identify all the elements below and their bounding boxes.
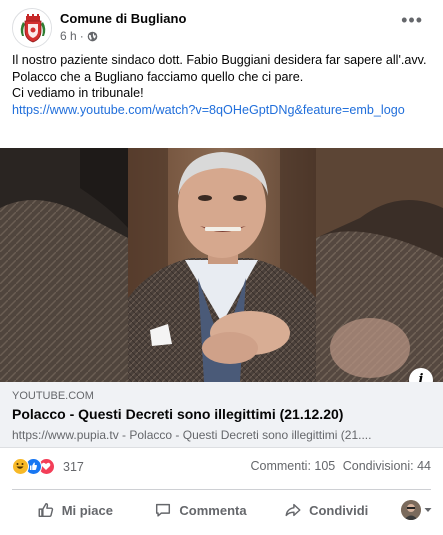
link-preview[interactable]: YOUTUBE.COM Polacco - Questi Decreti son… bbox=[0, 382, 443, 448]
like-label: Mi piace bbox=[61, 502, 113, 518]
post-header: Comune di Bugliano 6 h · ••• bbox=[12, 8, 433, 48]
post-text: Il nostro paziente sindaco dott. Fabio B… bbox=[12, 52, 432, 118]
page-name[interactable]: Comune di Bugliano bbox=[60, 11, 186, 26]
share-as-selector[interactable] bbox=[389, 500, 433, 520]
reaction-count: 317 bbox=[63, 459, 84, 474]
thumbs-up-icon bbox=[38, 502, 53, 518]
preview-title[interactable]: Polacco - Questi Decreti sono illegittim… bbox=[12, 406, 343, 422]
haha-icon bbox=[12, 458, 29, 475]
comment-button[interactable]: Commenta bbox=[138, 493, 264, 527]
share-arrow-icon bbox=[285, 503, 301, 517]
post-actions: Mi piace Commenta Condividi bbox=[12, 493, 433, 527]
more-dots-icon[interactable]: ••• bbox=[401, 11, 423, 29]
comment-icon bbox=[156, 503, 171, 517]
share-label: Condividi bbox=[309, 502, 369, 518]
facebook-post: Comune di Bugliano 6 h · ••• Il nostro p… bbox=[0, 0, 443, 535]
comments-count[interactable]: Commenti: 105 bbox=[251, 459, 336, 473]
comment-label: Commenta bbox=[179, 502, 247, 518]
share-button[interactable]: Condividi bbox=[263, 493, 389, 527]
chevron-down-icon bbox=[424, 508, 432, 512]
engagement-counts: Commenti: 105 Condivisioni: 44 bbox=[247, 459, 432, 473]
shares-count[interactable]: Condivisioni: 44 bbox=[343, 459, 431, 473]
video-thumbnail[interactable]: i bbox=[0, 148, 443, 382]
post-time[interactable]: 6 h bbox=[60, 29, 77, 43]
post-stats: 317 Commenti: 105 Condivisioni: 44 bbox=[12, 458, 431, 478]
reactions-summary[interactable]: 317 bbox=[12, 458, 84, 475]
post-text-line: Ci vediamo in tribunale! bbox=[12, 86, 144, 100]
post-meta: 6 h · bbox=[60, 29, 98, 43]
globe-icon bbox=[87, 31, 97, 41]
post-link[interactable]: https://www.youtube.com/watch?v=8qOHeGpt… bbox=[12, 102, 432, 119]
preview-description: https://www.pupia.tv - Polacco - Questi … bbox=[12, 428, 372, 442]
video-frame-image bbox=[0, 148, 443, 382]
post-text-line: Il nostro paziente sindaco dott. Fabio B… bbox=[12, 53, 427, 84]
user-avatar bbox=[401, 500, 422, 520]
page-avatar[interactable] bbox=[12, 8, 52, 48]
like-button[interactable]: Mi piace bbox=[12, 493, 138, 527]
coat-of-arms-icon bbox=[13, 9, 51, 47]
preview-domain: YOUTUBE.COM bbox=[12, 390, 94, 402]
actions-divider bbox=[12, 489, 431, 490]
